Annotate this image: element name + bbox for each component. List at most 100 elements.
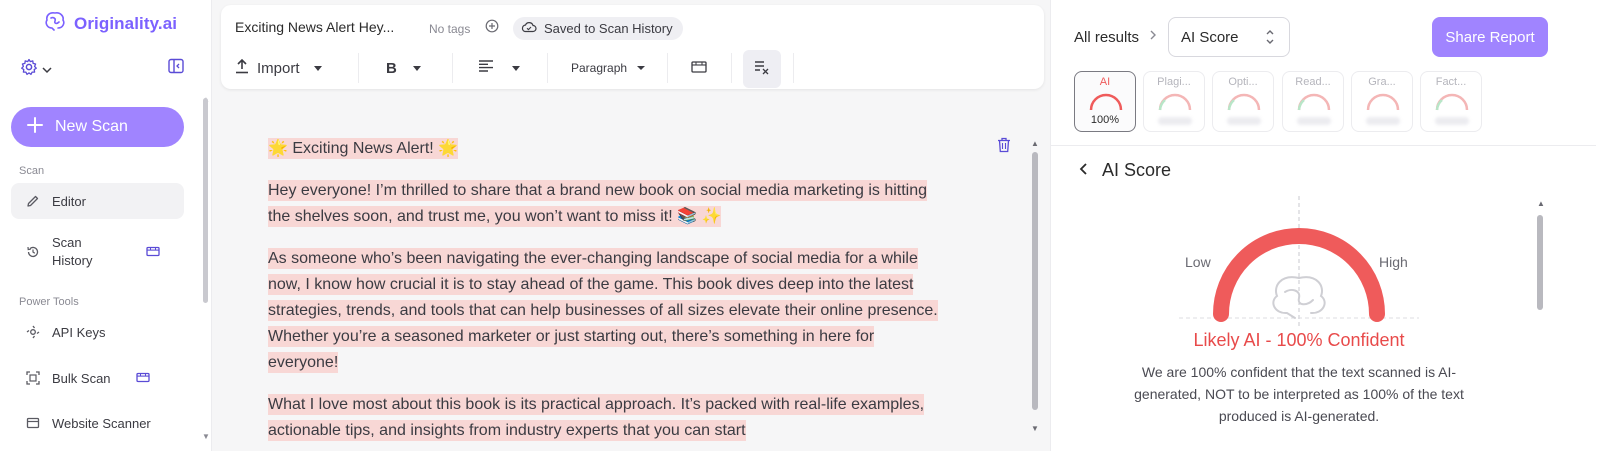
brain-logo-icon — [44, 11, 66, 36]
toolbar-divider — [793, 53, 794, 83]
sidebar-item-bulk-scan[interactable]: Bulk Scan — [11, 364, 184, 392]
sidebar-item-editor[interactable]: Editor — [11, 183, 184, 219]
blurred-value — [1366, 117, 1400, 125]
settings-menu[interactable] — [20, 58, 52, 81]
chevron-down-icon — [412, 65, 421, 71]
chevron-right-icon — [1149, 29, 1157, 44]
sidebar-scrollbar[interactable] — [203, 98, 208, 303]
pencil-icon — [23, 194, 43, 208]
blurred-value — [1227, 117, 1261, 125]
paragraph-style-dropdown[interactable]: Paragraph — [571, 49, 646, 87]
section-label-power-tools: Power Tools — [19, 296, 79, 308]
gauge-high-label: High — [1379, 254, 1408, 270]
mini-gauge-icon — [1366, 93, 1400, 111]
editor-toolbar: Exciting News Alert Hey... No tags Saved… — [221, 5, 1044, 89]
section-label-scan: Scan — [19, 165, 45, 177]
collapse-sidebar-icon[interactable] — [168, 58, 184, 79]
saved-status-badge: Saved to Scan History — [513, 17, 683, 40]
bold-label: B — [386, 59, 397, 77]
gauge-low-label: Low — [1185, 254, 1211, 270]
scroll-down-arrow[interactable]: ▼ — [1031, 424, 1039, 433]
mini-gauge-icon — [1297, 93, 1331, 111]
document-body[interactable]: 🌟 Exciting News Alert! 🌟 Hey everyone! I… — [268, 136, 938, 451]
tags-label: No tags — [429, 22, 471, 36]
toolbar-divider — [731, 53, 732, 83]
new-scan-label: New Scan — [55, 118, 128, 135]
ai-highlight: Hey everyone! I’m thrilled to share that… — [268, 180, 928, 227]
score-header[interactable]: AI Score — [1079, 160, 1171, 181]
blurred-value — [1435, 117, 1469, 125]
bold-button[interactable]: B — [386, 49, 421, 87]
chevron-down-icon — [313, 65, 322, 71]
chevron-down-icon — [637, 66, 646, 70]
sort-arrows-icon — [1265, 27, 1275, 51]
blurred-value — [1158, 117, 1192, 125]
add-tag-icon[interactable] — [485, 19, 499, 38]
saved-label: Saved to Scan History — [544, 21, 673, 36]
paragraph-label: Paragraph — [571, 61, 628, 75]
scroll-down-arrow[interactable]: ▼ — [202, 432, 210, 441]
sidebar-item-scan-history[interactable]: Scan History — [11, 233, 184, 271]
scroll-up-arrow[interactable]: ▲ — [1537, 199, 1545, 208]
format-toolbar: Import B Paragraph — [221, 49, 1044, 88]
film-icon — [136, 371, 150, 386]
editor-scrollbar[interactable] — [1032, 152, 1038, 410]
sidebar-item-api-keys[interactable]: API Keys — [11, 318, 184, 346]
mini-gauge-icon — [1089, 93, 1123, 111]
sidebar-item-label: Website Scanner — [52, 415, 151, 431]
mini-gauge-icon — [1435, 93, 1469, 111]
tile-fact-check[interactable]: Fact... — [1420, 71, 1482, 132]
sidebar-item-label: API Keys — [52, 324, 106, 340]
import-button[interactable]: Import — [235, 49, 322, 87]
tile-label: Gra... — [1368, 76, 1396, 88]
scroll-up-arrow[interactable]: ▲ — [1031, 139, 1039, 148]
breadcrumb-all-results[interactable]: All results — [1074, 29, 1139, 46]
clear-formatting-button[interactable] — [743, 50, 781, 88]
chevron-left-icon[interactable] — [1079, 160, 1088, 181]
history-icon — [23, 245, 43, 259]
share-report-button[interactable]: Share Report — [1432, 17, 1548, 57]
logo[interactable]: Originality.ai — [44, 11, 177, 36]
tile-plagiarism[interactable]: Plagi... — [1143, 71, 1205, 132]
sidebar-item-label: Editor — [52, 193, 86, 209]
tile-readability[interactable]: Read... — [1282, 71, 1344, 132]
trash-icon[interactable] — [997, 137, 1011, 158]
sidebar: Originality.ai New Scan Scan Editor Scan… — [0, 0, 212, 451]
result-type-select[interactable]: AI Score — [1168, 17, 1290, 57]
bulk-scan-icon — [23, 371, 43, 385]
ai-highlight: 🌟 Exciting News Alert! 🌟 — [268, 138, 459, 159]
import-label: Import — [257, 59, 300, 77]
api-icon — [23, 325, 43, 339]
tile-label: Read... — [1295, 76, 1331, 88]
sidebar-item-label: Bulk Scan — [52, 370, 111, 386]
tile-optimization[interactable]: Opti... — [1212, 71, 1274, 132]
chevron-down-icon — [42, 61, 52, 79]
tile-label: Opti... — [1228, 76, 1258, 88]
film-icon — [691, 60, 707, 77]
clear-format-icon — [753, 59, 771, 80]
new-scan-button[interactable]: New Scan — [11, 107, 184, 147]
ai-explanation: We are 100% confident that the text scan… — [1134, 364, 1464, 424]
divider — [1051, 145, 1596, 146]
sidebar-item-website-scanner[interactable]: Website Scanner — [11, 409, 184, 437]
score-title: AI Score — [1102, 160, 1172, 180]
ai-verdict: Likely AI - 100% Confident — [1193, 330, 1405, 350]
upload-icon — [235, 58, 249, 78]
blurred-value — [1297, 117, 1331, 125]
chevron-down-icon — [512, 65, 520, 71]
cloud-check-icon — [521, 21, 537, 36]
select-value: AI Score — [1181, 28, 1239, 46]
ai-highlight: What I love most about this book is its … — [268, 394, 925, 441]
tile-ai[interactable]: AI 100% — [1074, 71, 1136, 132]
ai-highlight: As someone who’s been navigating the eve… — [268, 248, 938, 373]
media-button[interactable] — [691, 49, 707, 87]
logo-text: Originality.ai — [74, 13, 178, 33]
sidebar-item-label: Scan History — [52, 235, 93, 268]
results-scrollbar[interactable] — [1537, 215, 1543, 310]
document-title[interactable]: Exciting News Alert Hey... — [235, 19, 394, 35]
doc-paragraph: What I love most about this book is its … — [268, 392, 938, 444]
toolbar-divider — [667, 53, 668, 83]
tile-grammar[interactable]: Gra... — [1351, 71, 1413, 132]
align-button[interactable] — [478, 49, 520, 87]
results-panel: All results AI Score Share Report AI 100… — [1050, 0, 1600, 451]
